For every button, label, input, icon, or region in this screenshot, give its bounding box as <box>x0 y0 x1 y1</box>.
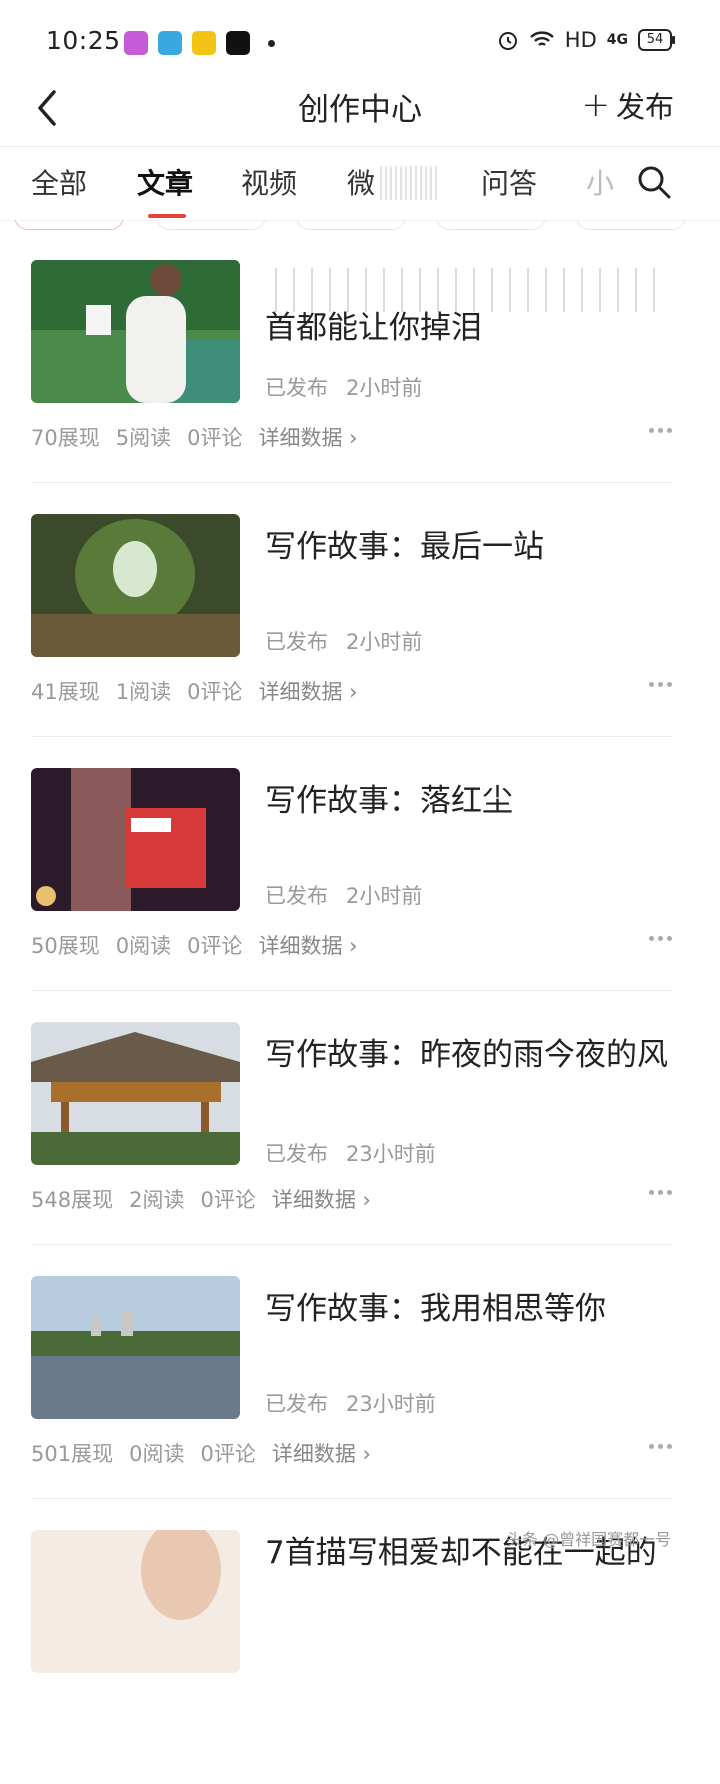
tab-videos[interactable]: 视频 <box>241 162 297 202</box>
tab-more[interactable]: 小 <box>586 162 614 202</box>
app-notification-icon <box>192 31 216 55</box>
article-stats: 50展现 0阅读 0评论 详细数据 › <box>31 930 358 960</box>
app-header: 创作中心 + 发布 <box>0 70 720 147</box>
filter-chips <box>0 220 720 230</box>
content-tabs: 全部 文章 视频 微 问答 小 <box>0 146 720 221</box>
list-item[interactable]: 写作故事：昨夜的雨今夜的风 已发布 23小时前 548展现 2阅读 0评论 详细数… <box>0 1022 720 1276</box>
comments: 0评论 <box>200 1188 256 1212</box>
detail-link[interactable]: 详细数据 › <box>272 1438 371 1468</box>
impressions: 548展现 <box>31 1188 114 1212</box>
more-options-icon[interactable] <box>649 682 672 687</box>
battery-icon: 54 <box>638 29 675 51</box>
article-status: 已发布 2小时前 <box>265 376 423 400</box>
comments: 0评论 <box>187 426 243 450</box>
article-title: 写作故事：最后一站 <box>265 529 544 565</box>
comments: 0评论 <box>187 934 243 958</box>
impressions: 70展现 <box>31 426 100 450</box>
article-thumbnail <box>31 1530 240 1673</box>
status-time: 10:25 <box>46 26 121 55</box>
tab-blur <box>377 166 437 200</box>
article-thumbnail <box>31 260 240 403</box>
notification-icons <box>124 31 275 55</box>
wifi-icon <box>529 31 554 46</box>
tiktok-icon <box>226 31 250 55</box>
more-options-icon[interactable] <box>649 1190 672 1195</box>
list-item[interactable]: 首都能让你掉泪 已发布 2小时前 70展现 5阅读 0评论 详细数据 › <box>0 260 720 514</box>
tab-qa[interactable]: 问答 <box>481 162 537 202</box>
article-thumbnail <box>31 768 240 911</box>
more-options-icon[interactable] <box>649 428 672 433</box>
comments: 0评论 <box>200 1442 256 1466</box>
article-stats: 548展现 2阅读 0评论 详细数据 › <box>31 1184 371 1214</box>
reads: 1阅读 <box>115 680 172 704</box>
filter-chip[interactable] <box>576 220 686 230</box>
article-thumbnail <box>31 514 240 657</box>
more-options-icon[interactable] <box>649 936 672 941</box>
divider <box>31 736 672 737</box>
article-status: 已发布 23小时前 <box>265 1142 436 1166</box>
list-item[interactable]: 写作故事：落红尘 已发布 2小时前 50展现 0阅读 0评论 详细数据 › <box>0 768 720 1022</box>
impressions: 41展现 <box>31 680 100 704</box>
publish-label: 发布 <box>615 90 674 124</box>
list-item[interactable]: 写作故事：最后一站 已发布 2小时前 41展现 1阅读 0评论 详细数据 › <box>0 514 720 768</box>
watermark: 头条 @曾祥国赛都一号 <box>506 1530 672 1549</box>
impressions: 50展现 <box>31 934 100 958</box>
tab-micro[interactable]: 微 <box>347 162 375 202</box>
publish-button[interactable]: + 发布 <box>581 84 674 126</box>
article-title: 写作故事：落红尘 <box>265 783 513 819</box>
article-status: 已发布 2小时前 <box>265 884 423 908</box>
article-thumbnail <box>31 1022 240 1165</box>
network-label: HD <box>564 28 597 52</box>
divider <box>31 482 672 483</box>
filter-chip[interactable] <box>156 220 266 230</box>
article-title: 首都能让你掉泪 <box>265 310 482 346</box>
divider <box>31 1244 672 1245</box>
list-item[interactable]: 写作故事：我用相思等你 已发布 23小时前 501展现 0阅读 0评论 详细数据 … <box>0 1276 720 1530</box>
more-notifications-dot <box>268 39 275 47</box>
list-item[interactable]: 7首描写相爱却不能在一起的 <box>0 1530 720 1784</box>
reads: 5阅读 <box>115 426 172 450</box>
tab-all[interactable]: 全部 <box>31 162 87 202</box>
detail-link[interactable]: 详细数据 › <box>272 1184 371 1214</box>
reads: 0阅读 <box>115 934 172 958</box>
filter-chip[interactable] <box>296 220 406 230</box>
divider <box>31 1498 672 1499</box>
filter-chip[interactable] <box>436 220 546 230</box>
comments: 0评论 <box>187 680 243 704</box>
article-status: 已发布 23小时前 <box>265 1392 436 1416</box>
active-tab-indicator <box>148 214 186 218</box>
impressions: 501展现 <box>31 1442 114 1466</box>
detail-link[interactable]: 详细数据 › <box>258 422 357 452</box>
tab-articles[interactable]: 文章 <box>137 162 193 202</box>
article-title: 写作故事：我用相思等你 <box>265 1291 606 1327</box>
article-status: 已发布 2小时前 <box>265 630 423 654</box>
filter-chip[interactable] <box>14 220 124 230</box>
detail-link[interactable]: 详细数据 › <box>258 676 357 706</box>
article-title: 写作故事：昨夜的雨今夜的风 <box>265 1037 668 1073</box>
article-stats: 70展现 5阅读 0评论 详细数据 › <box>31 422 358 452</box>
plus-icon: + <box>581 85 610 125</box>
app-notification-icon <box>124 31 148 55</box>
search-icon[interactable] <box>636 164 672 200</box>
article-stats: 41展现 1阅读 0评论 详细数据 › <box>31 676 358 706</box>
divider <box>31 990 672 991</box>
signal-icon: 4G <box>606 32 628 48</box>
more-options-icon[interactable] <box>649 1444 672 1449</box>
reads: 0阅读 <box>129 1442 185 1466</box>
reads: 2阅读 <box>129 1188 185 1212</box>
detail-link[interactable]: 详细数据 › <box>258 930 357 960</box>
article-thumbnail <box>31 1276 240 1419</box>
article-stats: 501展现 0阅读 0评论 详细数据 › <box>31 1438 371 1468</box>
telegram-icon <box>158 31 182 55</box>
status-indicators: HD 4G 54 <box>497 28 675 52</box>
alarm-icon <box>498 32 517 50</box>
